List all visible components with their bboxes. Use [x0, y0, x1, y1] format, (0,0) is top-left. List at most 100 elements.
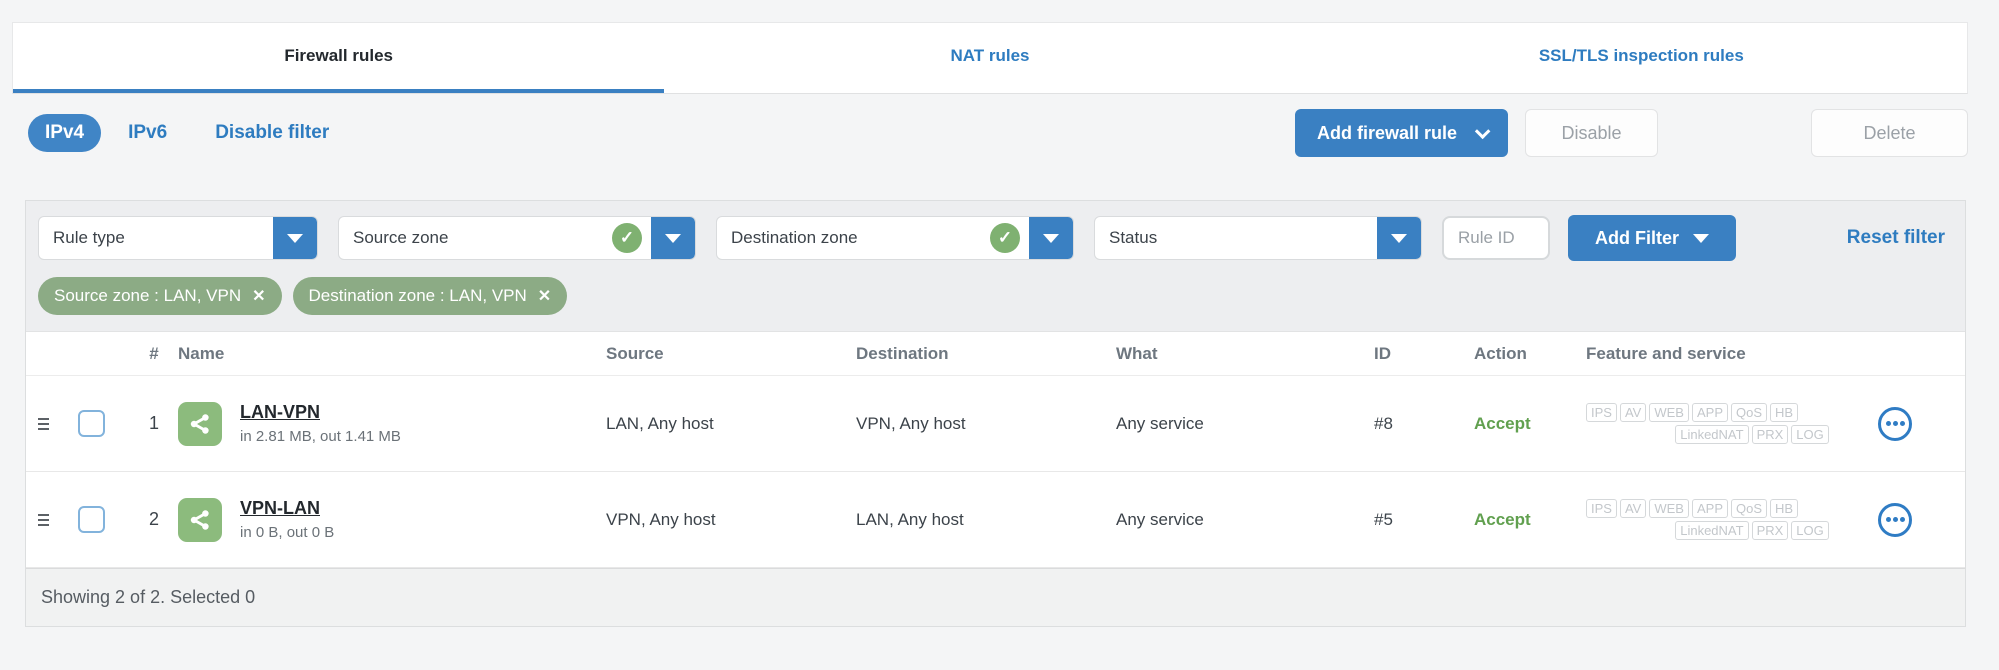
- tab-bar: Firewall rules NAT rules SSL/TLS inspect…: [12, 22, 1968, 94]
- feature-badge-qos: QoS: [1731, 499, 1768, 518]
- column-header-what: What: [1116, 343, 1158, 363]
- feature-badge-log: LOG: [1791, 521, 1829, 540]
- rule-name-cell: VPN-LAN in 0 B, out 0 B: [178, 497, 606, 542]
- status-dropdown[interactable]: Status: [1094, 216, 1422, 260]
- source-cell: LAN, Any host: [606, 413, 714, 433]
- rule-traffic-stats: in 0 B, out 0 B: [240, 524, 335, 541]
- destination-cell: VPN, Any host: [856, 413, 966, 433]
- feature-badge-hb: HB: [1770, 499, 1799, 518]
- add-firewall-rule-label: Add firewall rule: [1316, 122, 1457, 143]
- feature-badge-ips: IPS: [1586, 499, 1617, 518]
- feature-badges: IPS AV WEB APP QoS HB LinkedNAT PRX LOG: [1586, 499, 1878, 540]
- table-row: 1 LAN-VPN in 2.81 MB, out 1.41 MB LAN, A…: [26, 376, 1965, 472]
- status-dropdown-label: Status: [1109, 228, 1158, 247]
- column-header-number: #: [149, 343, 159, 363]
- ipv6-toggle[interactable]: IPv6: [128, 122, 167, 144]
- delete-button[interactable]: Delete: [1811, 109, 1968, 157]
- dropdown-arrow-button[interactable]: [651, 217, 695, 259]
- what-cell: Any service: [1116, 509, 1204, 529]
- action-cell: Accept: [1474, 509, 1531, 529]
- source-zone-dropdown[interactable]: Source zone ✓: [338, 216, 696, 260]
- share-icon: [178, 401, 222, 446]
- firewall-rules-card: Rule type Source zone ✓ Destination zone…: [25, 200, 1966, 627]
- rule-type-dropdown-label: Rule type: [53, 228, 125, 247]
- column-header-id: ID: [1374, 343, 1391, 363]
- source-cell: VPN, Any host: [606, 509, 716, 529]
- row-checkbox[interactable]: [78, 506, 105, 533]
- check-circle-icon: ✓: [612, 223, 642, 253]
- add-filter-label: Add Filter: [1595, 227, 1679, 248]
- feature-badge-av: AV: [1619, 499, 1647, 518]
- drag-handle-icon[interactable]: [38, 513, 50, 526]
- row-count-summary: Showing 2 of 2. Selected 0: [41, 587, 256, 607]
- feature-badge-web: WEB: [1649, 403, 1689, 422]
- toolbar: IPv4 IPv6 Disable filter Add firewall ru…: [28, 102, 1968, 164]
- tab-ssl-tls-inspection-rules[interactable]: SSL/TLS inspection rules: [1316, 23, 1967, 93]
- table-header: # Name Source Destination What ID Action…: [26, 332, 1965, 376]
- triangle-down-icon: [1391, 233, 1407, 243]
- feature-badge-ips: IPS: [1586, 403, 1617, 422]
- disable-button[interactable]: Disable: [1525, 109, 1658, 157]
- filter-chip-destination-zone: Destination zone : LAN, VPN ✕: [292, 277, 568, 315]
- feature-badge-av: AV: [1619, 403, 1647, 422]
- feature-badge-log: LOG: [1791, 425, 1829, 444]
- destination-cell: LAN, Any host: [856, 509, 964, 529]
- drag-handle-icon[interactable]: [38, 417, 50, 430]
- row-menu-ellipsis-icon[interactable]: [1878, 502, 1912, 537]
- add-firewall-rule-button[interactable]: Add firewall rule: [1294, 109, 1508, 157]
- rule-id-input[interactable]: [1442, 216, 1550, 260]
- column-header-source: Source: [606, 343, 664, 363]
- column-header-name: Name: [178, 343, 225, 363]
- feature-badge-linkednat: LinkedNAT: [1675, 425, 1749, 444]
- rule-name-link[interactable]: LAN-VPN: [240, 402, 401, 423]
- feature-badge-linkednat: LinkedNAT: [1675, 521, 1749, 540]
- feature-badge-prx: PRX: [1751, 425, 1789, 444]
- share-icon: [178, 497, 222, 542]
- active-filter-chips: Source zone : LAN, VPN ✕ Destination zon…: [38, 277, 1953, 315]
- rule-id-cell: #8: [1374, 413, 1393, 433]
- row-number: 2: [148, 509, 159, 529]
- rule-type-dropdown[interactable]: Rule type: [38, 216, 318, 260]
- add-filter-button[interactable]: Add Filter: [1568, 215, 1736, 261]
- column-header-action: Action: [1474, 343, 1527, 363]
- feature-badge-app: APP: [1691, 499, 1728, 518]
- tab-firewall-rules[interactable]: Firewall rules: [13, 23, 665, 93]
- row-checkbox[interactable]: [78, 410, 105, 437]
- filter-section: Rule type Source zone ✓ Destination zone…: [26, 201, 1965, 332]
- dropdown-arrow-button[interactable]: [273, 217, 317, 259]
- chevron-down-icon: [1474, 123, 1491, 139]
- reset-filter-link[interactable]: Reset filter: [1847, 227, 1945, 249]
- filter-row: Rule type Source zone ✓ Destination zone…: [38, 215, 1953, 261]
- close-icon[interactable]: ✕: [538, 286, 551, 306]
- destination-zone-dropdown[interactable]: Destination zone ✓: [716, 216, 1074, 260]
- rule-name-link[interactable]: VPN-LAN: [240, 498, 334, 519]
- rule-id-cell: #5: [1374, 509, 1393, 529]
- filter-chip-label: Source zone : LAN, VPN: [54, 286, 242, 305]
- what-cell: Any service: [1116, 413, 1204, 433]
- disable-filter-link[interactable]: Disable filter: [215, 122, 329, 144]
- triangle-down-icon: [287, 233, 303, 243]
- rule-name-cell: LAN-VPN in 2.81 MB, out 1.41 MB: [178, 401, 606, 446]
- action-cell: Accept: [1474, 413, 1531, 433]
- close-icon[interactable]: ✕: [252, 286, 265, 306]
- filter-chip-source-zone: Source zone : LAN, VPN ✕: [38, 277, 282, 315]
- tab-nat-rules[interactable]: NAT rules: [664, 23, 1315, 93]
- triangle-down-icon: [665, 233, 681, 243]
- feature-badge-hb: HB: [1770, 403, 1799, 422]
- column-header-feature-and-service: Feature and service: [1586, 343, 1746, 363]
- row-menu-ellipsis-icon[interactable]: [1878, 406, 1912, 441]
- table-footer: Showing 2 of 2. Selected 0: [26, 568, 1965, 626]
- feature-badge-web: WEB: [1649, 499, 1689, 518]
- check-circle-icon: ✓: [990, 223, 1020, 253]
- triangle-down-icon: [1043, 233, 1059, 243]
- dropdown-arrow-button[interactable]: [1029, 217, 1073, 259]
- table-row: 2 VPN-LAN in 0 B, out 0 B VPN, Any host …: [26, 472, 1965, 568]
- ipv4-toggle[interactable]: IPv4: [28, 114, 102, 152]
- column-header-destination: Destination: [856, 343, 949, 363]
- filter-chip-label: Destination zone : LAN, VPN: [308, 286, 527, 305]
- source-zone-dropdown-label: Source zone: [353, 228, 449, 247]
- rule-traffic-stats: in 2.81 MB, out 1.41 MB: [240, 428, 401, 445]
- feature-badge-prx: PRX: [1751, 521, 1789, 540]
- dropdown-arrow-button[interactable]: [1377, 217, 1421, 259]
- destination-zone-dropdown-label: Destination zone: [731, 228, 858, 247]
